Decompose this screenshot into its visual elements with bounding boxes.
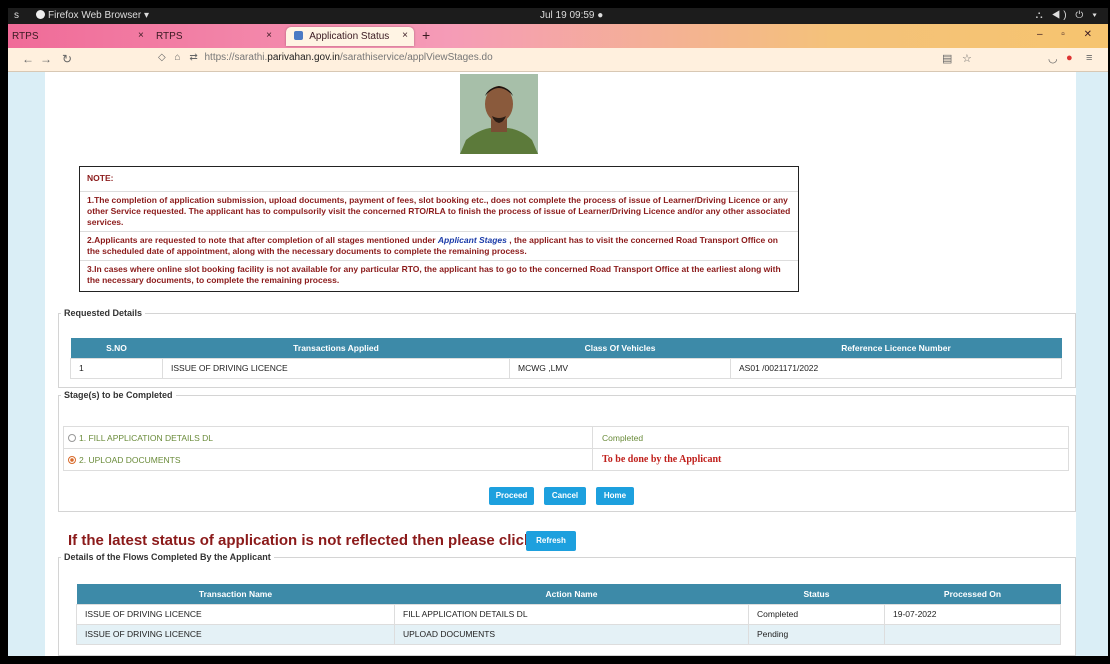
new-tab-button[interactable]: + bbox=[422, 27, 430, 43]
close-icon[interactable]: × bbox=[402, 30, 408, 41]
reload-icon[interactable]: ↻ bbox=[62, 52, 72, 66]
applicant-photo bbox=[460, 74, 538, 154]
column-header: Class Of Vehicles bbox=[509, 338, 731, 358]
close-icon[interactable]: × bbox=[266, 30, 272, 41]
back-icon[interactable]: ← bbox=[22, 52, 34, 66]
column-header: Status bbox=[748, 584, 885, 604]
stages-table: 1. FILL APPLICATION DETAILS DL Completed… bbox=[63, 426, 1069, 471]
radio-button-selected[interactable] bbox=[68, 455, 76, 464]
tab-strip: RTPS × RTPS × Application Status × + – ▫… bbox=[8, 24, 1108, 48]
flows-table: Transaction Name Action Name Status Proc… bbox=[76, 584, 1061, 645]
flows-legend: Details of the Flows Completed By the Ap… bbox=[64, 552, 271, 562]
note-item-3: 3.In cases where online slot booking fac… bbox=[87, 264, 781, 285]
column-header: Reference Licence Number bbox=[730, 338, 1062, 358]
proceed-button[interactable]: Proceed bbox=[489, 487, 534, 505]
table-cell: 1 bbox=[70, 357, 163, 379]
cancel-button[interactable]: Cancel bbox=[544, 487, 586, 505]
table-cell bbox=[884, 623, 1061, 645]
bookmark-star-icon[interactable]: ☆ bbox=[962, 52, 972, 65]
home-button[interactable]: Home bbox=[596, 487, 634, 505]
stage-row: 1. FILL APPLICATION DETAILS DL Completed bbox=[63, 426, 1069, 449]
radio-button[interactable] bbox=[68, 433, 76, 442]
tab-label: Application Status bbox=[309, 31, 390, 42]
column-header: Processed On bbox=[884, 584, 1061, 604]
table-cell: MCWG ,LMV bbox=[509, 357, 731, 379]
permissions-icon: ⇄ bbox=[189, 52, 198, 63]
menu-icon[interactable]: ≡ bbox=[1086, 52, 1092, 64]
requested-details-legend: Requested Details bbox=[64, 308, 143, 318]
system-top-bar: s Firefox Web Browser ▾ Jul 19 09:59 ● ⛬… bbox=[8, 8, 1108, 24]
column-header: Transactions Applied bbox=[162, 338, 510, 358]
table-cell: FILL APPLICATION DETAILS DL bbox=[394, 603, 749, 625]
stage-item[interactable]: 2. UPLOAD DOCUMENTS bbox=[63, 448, 593, 471]
table-cell: ISSUE OF DRIVING LICENCE bbox=[76, 623, 395, 645]
tab-rtps-2[interactable]: × RTPS × bbox=[134, 27, 278, 46]
clock[interactable]: Jul 19 09:59 ● bbox=[540, 10, 603, 21]
table-cell: UPLOAD DOCUMENTS bbox=[394, 623, 749, 645]
url-bar[interactable]: ◇ ⌂ ⇄ https://sarathi.parivahan.gov.in/s… bbox=[158, 52, 978, 68]
note-heading: NOTE: bbox=[80, 167, 798, 192]
requested-details-table: S.NO Transactions Applied Class Of Vehic… bbox=[70, 338, 1062, 379]
tab-label: RTPS bbox=[12, 31, 39, 42]
shield-icon: ◇ bbox=[158, 52, 166, 63]
table-row: 1 ISSUE OF DRIVING LICENCE MCWG ,LMV AS0… bbox=[70, 357, 1062, 379]
tab-application-status[interactable]: Application Status × bbox=[286, 27, 414, 46]
stage-label: 2. UPLOAD DOCUMENTS bbox=[79, 454, 181, 465]
stages-legend: Stage(s) to be Completed bbox=[64, 390, 173, 400]
column-header: Action Name bbox=[394, 584, 749, 604]
app-menu-label: Firefox Web Browser ▾ bbox=[48, 10, 149, 21]
stage-status: Completed bbox=[592, 426, 1069, 449]
column-header: S.NO bbox=[70, 338, 163, 358]
reader-view-icon[interactable]: ▤ bbox=[942, 52, 952, 65]
close-icon[interactable]: × bbox=[138, 30, 144, 41]
table-cell: 19-07-2022 bbox=[884, 603, 1061, 625]
lock-icon: ⌂ bbox=[174, 52, 181, 63]
tab-label: RTPS bbox=[156, 31, 183, 42]
tab-rtps-1[interactable]: RTPS bbox=[8, 27, 50, 46]
stage-row: 2. UPLOAD DOCUMENTS To be done by the Ap… bbox=[63, 448, 1069, 471]
right-margin bbox=[1076, 72, 1108, 656]
pocket-icon[interactable]: ◡ bbox=[1048, 52, 1058, 65]
refresh-button[interactable]: Refresh bbox=[526, 531, 576, 551]
column-header: Transaction Name bbox=[76, 584, 395, 604]
firefox-icon bbox=[36, 10, 45, 19]
note-item-2: 2.Applicants are requested to note that … bbox=[80, 232, 798, 261]
screen: s Firefox Web Browser ▾ Jul 19 09:59 ● ⛬… bbox=[8, 8, 1108, 656]
url-text: https://sarathi.parivahan.gov.in/sarathi… bbox=[204, 52, 493, 63]
table-cell: ISSUE OF DRIVING LICENCE bbox=[76, 603, 395, 625]
table-header-row: S.NO Transactions Applied Class Of Vehic… bbox=[70, 338, 1062, 358]
extension-icon[interactable]: ● bbox=[1066, 52, 1073, 64]
favicon-icon bbox=[294, 31, 303, 40]
app-menu[interactable]: Firefox Web Browser ▾ bbox=[36, 10, 149, 21]
table-row: ISSUE OF DRIVING LICENCE FILL APPLICATIO… bbox=[76, 603, 1061, 625]
window-controls[interactable]: – ▫ ✕ bbox=[1037, 29, 1100, 40]
navigation-bar: ← → ↻ ◇ ⌂ ⇄ https://sarathi.parivahan.go… bbox=[8, 48, 1108, 72]
table-cell: Pending bbox=[748, 623, 885, 645]
forward-icon[interactable]: → bbox=[40, 52, 52, 66]
table-row: ISSUE OF DRIVING LICENCE UPLOAD DOCUMENT… bbox=[76, 623, 1061, 645]
table-cell: ISSUE OF DRIVING LICENCE bbox=[162, 357, 510, 379]
table-header-row: Transaction Name Action Name Status Proc… bbox=[76, 584, 1061, 604]
status-refresh-message: If the latest status of application is n… bbox=[68, 532, 555, 549]
activities-button[interactable]: s bbox=[14, 10, 19, 21]
page-content: NOTE: 1.The completion of application su… bbox=[8, 72, 1108, 656]
table-cell: AS01 /0021171/2022 bbox=[730, 357, 1062, 379]
applicant-stages-link[interactable]: Applicant Stages bbox=[438, 235, 507, 245]
note-item-1: 1.The completion of application submissi… bbox=[80, 192, 798, 232]
table-cell: Completed bbox=[748, 603, 885, 625]
stage-label: 1. FILL APPLICATION DETAILS DL bbox=[79, 432, 213, 443]
stage-status: To be done by the Applicant bbox=[592, 448, 1069, 471]
stage-item[interactable]: 1. FILL APPLICATION DETAILS DL bbox=[63, 426, 593, 449]
left-margin bbox=[8, 72, 45, 656]
note-box: NOTE: 1.The completion of application su… bbox=[79, 166, 799, 292]
system-tray-icons[interactable]: ⛬ ◀) ⏻ ▾ bbox=[1036, 10, 1100, 21]
